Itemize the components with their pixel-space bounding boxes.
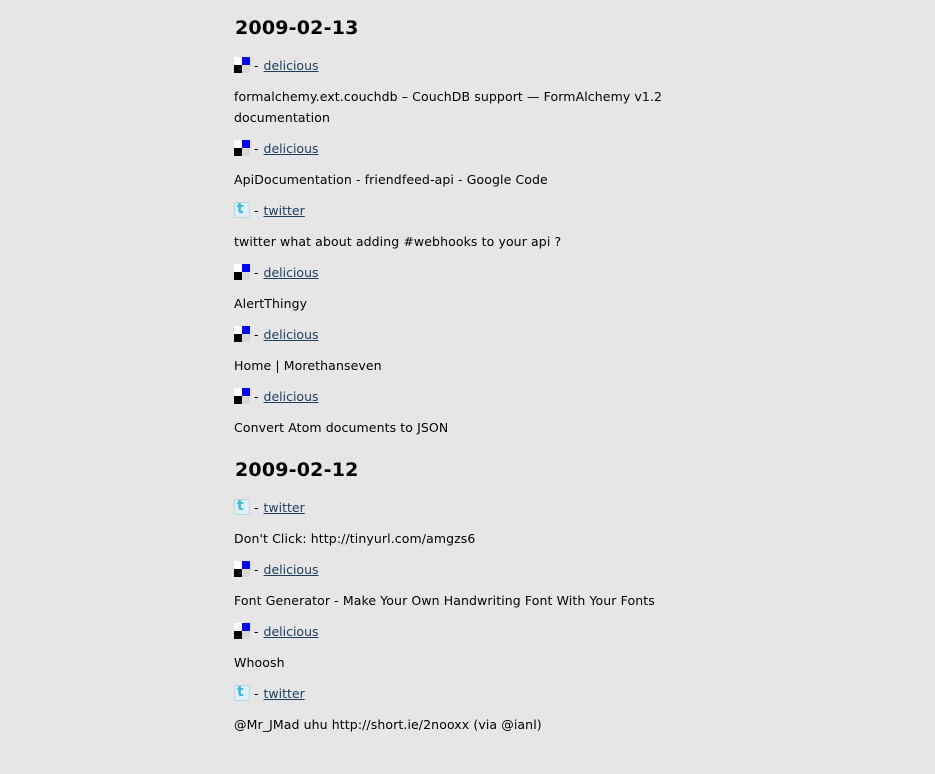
entry-title: Home | Morethanseven — [234, 358, 382, 373]
separator: - — [254, 562, 259, 577]
entry-title: Convert Atom documents to JSON — [234, 420, 449, 435]
separator: - — [254, 265, 259, 280]
separator: - — [254, 686, 259, 701]
source-link-delicious[interactable]: delicious — [264, 57, 319, 74]
twitter-icon: t — [234, 201, 250, 218]
source-line: - delicious — [234, 140, 674, 157]
delicious-icon — [234, 57, 250, 73]
entry-title: Don't Click: http://tinyurl.com/amgzs6 — [234, 531, 476, 546]
separator: - — [254, 624, 259, 639]
content-column: 2009-02-13 - delicious formalchemy.ext.c… — [234, 14, 674, 747]
source-line: t - twitter — [234, 498, 674, 516]
source-line: - delicious — [234, 388, 674, 405]
entry: t - twitter twitter what about adding #w… — [234, 201, 674, 252]
entry: - delicious AlertThingy — [234, 264, 674, 314]
entry-title: AlertThingy — [234, 296, 308, 311]
source-link-delicious[interactable]: delicious — [264, 623, 319, 640]
entry: - delicious ApiDocumentation - friendfee… — [234, 140, 674, 190]
separator: - — [254, 203, 259, 218]
source-line: t - twitter — [234, 684, 674, 702]
source-line: t - twitter — [234, 201, 674, 219]
source-line: - delicious — [234, 326, 674, 343]
entry-title: twitter what about adding #webhooks to y… — [234, 234, 562, 249]
separator: - — [254, 500, 259, 515]
source-line: - delicious — [234, 623, 674, 640]
entry: t - twitter Don't Click: http://tinyurl.… — [234, 498, 674, 549]
date-heading: 2009-02-12 — [235, 459, 359, 481]
delicious-icon — [234, 140, 250, 156]
source-link-twitter[interactable]: twitter — [264, 202, 305, 219]
source-link-delicious[interactable]: delicious — [264, 140, 319, 157]
entry: - delicious Whoosh — [234, 623, 674, 673]
entry-title: formalchemy.ext.couchdb – CouchDB suppor… — [234, 89, 663, 125]
source-line: - delicious — [234, 264, 674, 281]
delicious-icon — [234, 326, 250, 342]
source-link-twitter[interactable]: twitter — [264, 499, 305, 516]
twitter-icon: t — [234, 498, 250, 515]
entry: - delicious Font Generator - Make Your O… — [234, 561, 674, 611]
entry-title: @Mr_JMad uhu http://short.ie/2nooxx (via… — [234, 717, 542, 732]
entry-title: ApiDocumentation - friendfeed-api - Goog… — [234, 172, 548, 187]
source-link-delicious[interactable]: delicious — [264, 561, 319, 578]
source-link-delicious[interactable]: delicious — [264, 388, 319, 405]
delicious-icon — [234, 561, 250, 577]
day-section: 2009-02-13 - delicious formalchemy.ext.c… — [234, 14, 674, 438]
delicious-icon — [234, 388, 250, 404]
entry: - delicious Home | Morethanseven — [234, 326, 674, 376]
separator: - — [254, 389, 259, 404]
entry-title: Whoosh — [234, 655, 285, 670]
source-line: - delicious — [234, 57, 674, 74]
separator: - — [254, 141, 259, 156]
twitter-icon: t — [234, 684, 250, 701]
entry-title: Font Generator - Make Your Own Handwriti… — [234, 593, 655, 608]
entry: - delicious formalchemy.ext.couchdb – Co… — [234, 57, 674, 128]
date-heading: 2009-02-13 — [235, 17, 359, 39]
lifestream-page: 2009-02-13 - delicious formalchemy.ext.c… — [0, 0, 935, 774]
separator: - — [254, 58, 259, 73]
day-section: 2009-02-12 t - twitter Don't Click: http… — [234, 456, 674, 735]
entry: - delicious Convert Atom documents to JS… — [234, 388, 674, 438]
entry: t - twitter @Mr_JMad uhu http://short.ie… — [234, 684, 674, 735]
delicious-icon — [234, 264, 250, 280]
source-link-delicious[interactable]: delicious — [264, 326, 319, 343]
source-line: - delicious — [234, 561, 674, 578]
source-link-delicious[interactable]: delicious — [264, 264, 319, 281]
separator: - — [254, 327, 259, 342]
source-link-twitter[interactable]: twitter — [264, 685, 305, 702]
delicious-icon — [234, 623, 250, 639]
